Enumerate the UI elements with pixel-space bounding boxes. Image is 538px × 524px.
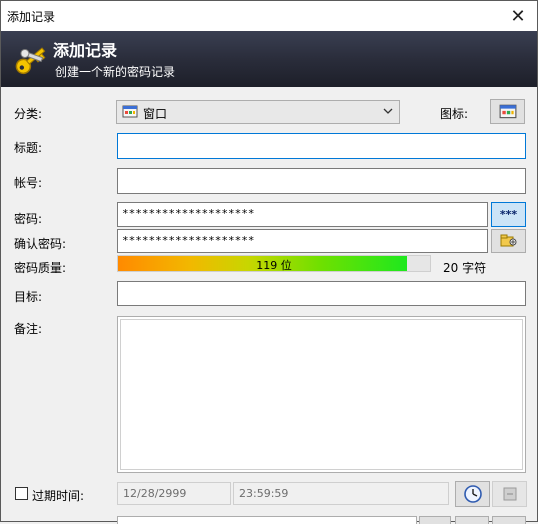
- target-label: 目标:: [14, 290, 43, 304]
- expire-checkbox[interactable]: [15, 487, 28, 500]
- chevron-down-icon: [383, 108, 393, 114]
- password-generator-button[interactable]: [491, 229, 526, 253]
- password-length: 20 字符: [443, 261, 487, 275]
- icon-picker-button[interactable]: [490, 99, 525, 124]
- title-label: 标题:: [14, 141, 43, 155]
- title-bar: 添加记录 ✕: [1, 1, 537, 31]
- window-icon: [499, 104, 516, 118]
- show-password-button[interactable]: ***: [491, 202, 526, 227]
- confirm-password-field[interactable]: ********************: [117, 229, 488, 253]
- password-quality-bits: 119 位: [256, 259, 292, 272]
- password-generator-icon: [500, 234, 516, 247]
- password-label: 密码:: [14, 212, 43, 226]
- password-quality-bar: 119 位: [117, 255, 431, 272]
- clock-icon: [463, 485, 482, 503]
- partial-field[interactable]: [117, 516, 417, 524]
- banner-subtitle: 创建一个新的密码记录: [55, 65, 176, 79]
- window-icon: [122, 105, 138, 118]
- title-field[interactable]: [117, 133, 526, 159]
- category-label: 分类:: [14, 107, 43, 121]
- partial-button-2[interactable]: [455, 516, 489, 524]
- banner-title: 添加记录: [53, 41, 118, 60]
- password-field[interactable]: ********************: [117, 202, 488, 227]
- window-title: 添加记录: [7, 10, 56, 24]
- target-field[interactable]: [117, 281, 526, 306]
- confirm-password-label: 确认密码:: [14, 237, 67, 251]
- keys-icon: [15, 47, 46, 75]
- expire-date-field[interactable]: 12/28/2999: [117, 482, 231, 505]
- expire-time-field[interactable]: 23:59:59: [233, 482, 449, 505]
- partial-button-3[interactable]: [492, 516, 526, 524]
- expire-label: 过期时间:: [32, 489, 85, 503]
- account-field[interactable]: [117, 168, 526, 194]
- close-button[interactable]: ✕: [505, 3, 531, 29]
- expire-presets-button[interactable]: [455, 481, 490, 507]
- menu-icon: [503, 487, 516, 501]
- notes-label: 备注:: [14, 322, 43, 336]
- icon-label: 图标:: [440, 107, 469, 121]
- password-quality-label: 密码质量:: [14, 261, 67, 275]
- close-icon: ✕: [510, 5, 526, 27]
- notes-content: [120, 319, 523, 470]
- dialog-banner: 添加记录 创建一个新的密码记录: [1, 31, 537, 87]
- notes-textarea[interactable]: [117, 316, 526, 473]
- partial-button-1[interactable]: [419, 516, 451, 524]
- expire-menu-button[interactable]: [492, 481, 527, 507]
- account-label: 帐号:: [14, 176, 43, 190]
- category-value: 窗口: [143, 107, 168, 121]
- category-select[interactable]: 窗口: [116, 100, 400, 124]
- add-entry-dialog: 添加记录 ✕ 添加记录 创建一个新的密码记录 分类: 窗口 图标: 标题: 帐号…: [0, 0, 538, 524]
